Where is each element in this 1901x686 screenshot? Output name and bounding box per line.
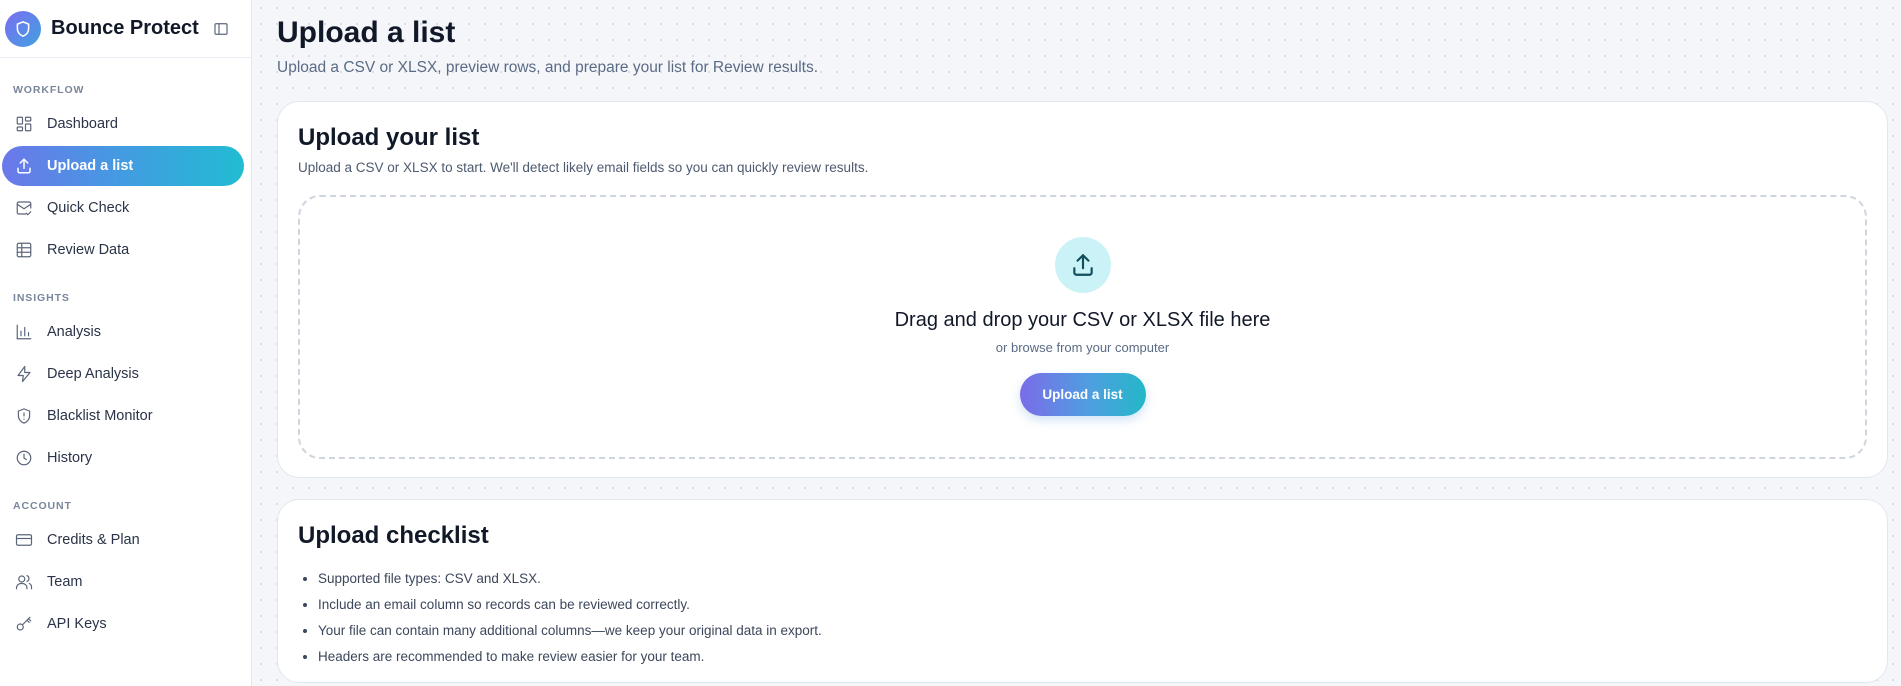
sidebar-item-label: API Keys [47, 616, 107, 632]
dropzone-subtitle: or browse from your computer [995, 340, 1170, 355]
page-subtitle: Upload a CSV or XLSX, preview rows, and … [277, 59, 819, 76]
section-label-workflow: WORKFLOW [13, 84, 85, 96]
upload-card-description: Upload a CSV or XLSX to start. We'll det… [298, 160, 869, 175]
users-icon [14, 572, 34, 592]
sidebar: Bounce Protect WORKFLOW Dashboard Upload… [0, 0, 252, 686]
dashboard-icon [14, 114, 34, 134]
sidebar-item-label: Analysis [47, 324, 101, 340]
checklist-item: Your file can contain many additional co… [318, 618, 822, 644]
sidebar-item-label: History [47, 450, 93, 466]
credit-card-icon [14, 530, 34, 550]
sidebar-item-dashboard[interactable]: Dashboard [2, 104, 244, 144]
section-label-account: ACCOUNT [13, 500, 72, 512]
clock-icon [14, 448, 34, 468]
section-label-insights: INSIGHTS [13, 292, 70, 304]
app-name: Bounce Protect [51, 17, 199, 39]
sidebar-toggle-icon[interactable] [213, 21, 229, 37]
page-title: Upload a list [277, 16, 456, 49]
checklist-item: Headers are recommended to make review e… [318, 644, 822, 670]
upload-icon [14, 156, 34, 176]
sidebar-item-label: Deep Analysis [47, 366, 139, 382]
file-dropzone[interactable]: Drag and drop your CSV or XLSX file here… [298, 195, 1867, 459]
sidebar-item-label: Credits & Plan [47, 532, 140, 548]
shield-logo-icon [5, 10, 41, 47]
sidebar-item-review-data[interactable]: Review Data [2, 230, 244, 270]
sidebar-item-team[interactable]: Team [2, 562, 244, 602]
sidebar-item-label: Team [47, 574, 83, 590]
lightning-icon [14, 364, 34, 384]
checklist-item: Supported file types: CSV and XLSX. [318, 566, 822, 592]
sidebar-item-deep-analysis[interactable]: Deep Analysis [2, 354, 244, 394]
key-icon [14, 614, 34, 634]
upload-icon [1054, 237, 1111, 293]
shield-alert-icon [14, 406, 34, 426]
upload-card-title: Upload your list [298, 124, 480, 151]
upload-list-button[interactable]: Upload a list [1019, 373, 1146, 416]
sidebar-item-api-keys[interactable]: API Keys [2, 604, 244, 644]
sidebar-item-upload[interactable]: Upload a list [2, 146, 244, 186]
sidebar-item-history[interactable]: History [2, 438, 244, 478]
main-content: Upload a list Upload a CSV or XLSX, prev… [253, 0, 1901, 686]
sidebar-item-quick-check[interactable]: Quick Check [2, 188, 244, 228]
sidebar-item-analysis[interactable]: Analysis [2, 312, 244, 352]
upload-card: Upload your list Upload a CSV or XLSX to… [277, 101, 1888, 478]
sidebar-item-label: Review Data [47, 242, 130, 258]
checklist: Supported file types: CSV and XLSX. Incl… [318, 566, 822, 670]
sidebar-item-credits-plan[interactable]: Credits & Plan [2, 520, 244, 560]
mail-check-icon [14, 198, 34, 218]
sidebar-item-label: Upload a list [47, 158, 134, 174]
sidebar-item-label: Dashboard [47, 116, 118, 132]
checklist-card-title: Upload checklist [298, 522, 489, 549]
checklist-card: Upload checklist Supported file types: C… [277, 499, 1888, 683]
dropzone-title: Drag and drop your CSV or XLSX file here [894, 309, 1271, 331]
bar-chart-icon [14, 322, 34, 342]
brand-header: Bounce Protect [0, 0, 251, 58]
checklist-item: Include an email column so records can b… [318, 592, 822, 618]
sidebar-item-label: Blacklist Monitor [47, 408, 153, 424]
sidebar-item-blacklist-monitor[interactable]: Blacklist Monitor [2, 396, 244, 436]
sidebar-item-label: Quick Check [47, 200, 130, 216]
table-icon [14, 240, 34, 260]
